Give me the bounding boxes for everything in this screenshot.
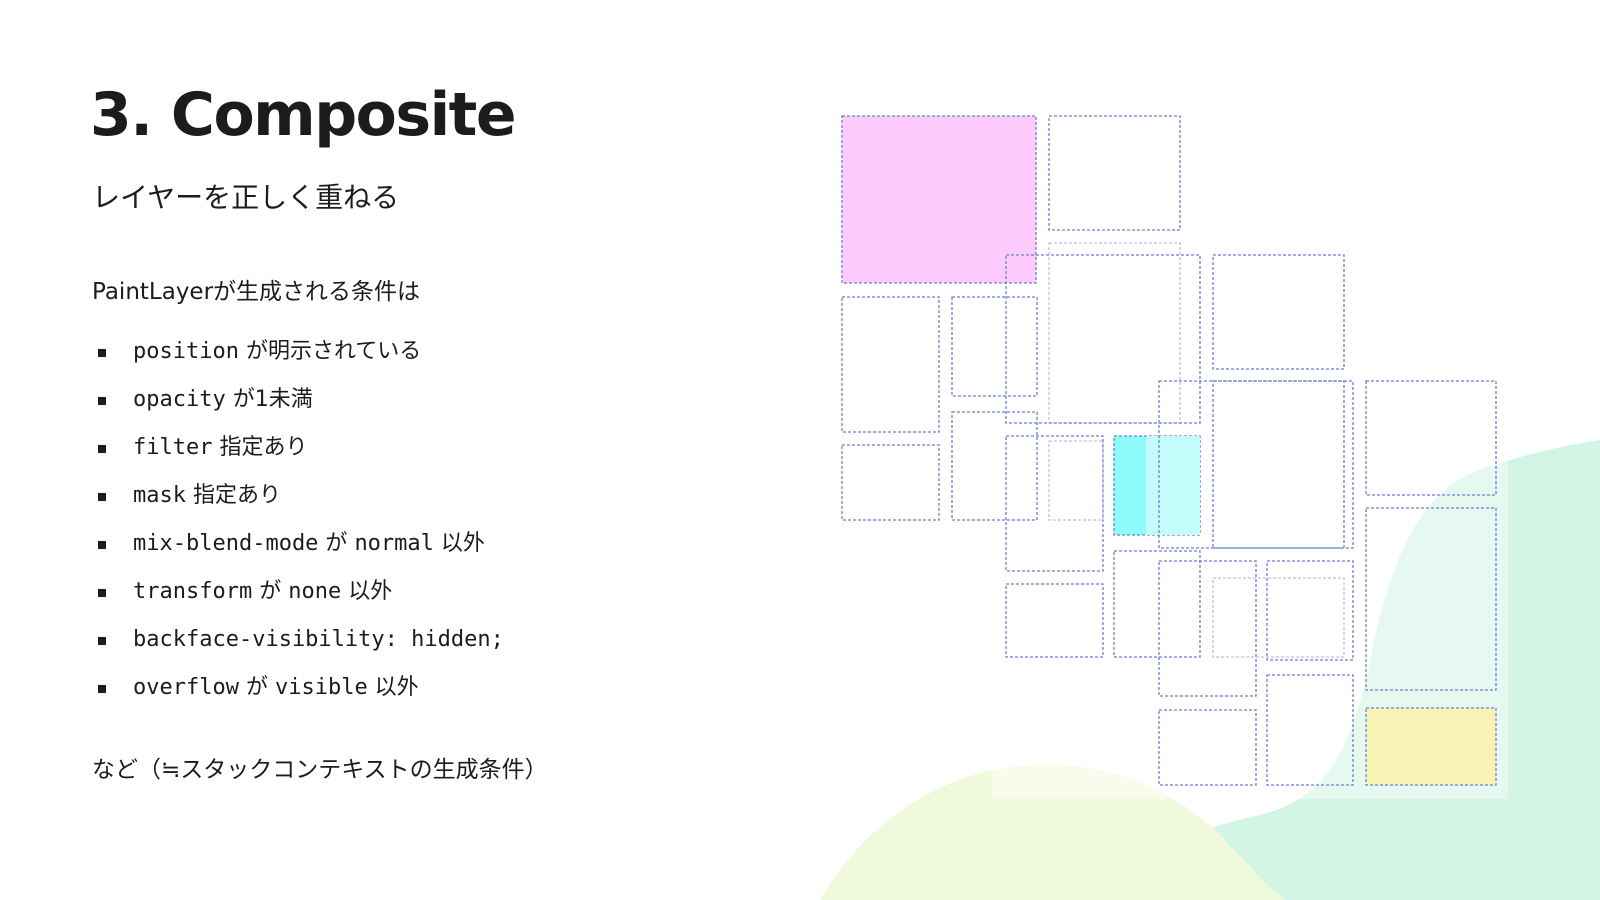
layer-composite-diagram: [841, 115, 1508, 799]
magenta-layer: [841, 115, 1037, 284]
layer-box: [841, 296, 940, 433]
slide: 3. Composite レイヤーを正しく重ねる PaintLayerが生成され…: [0, 0, 1600, 900]
yellow-layer: [1365, 707, 1497, 786]
layer-box: [841, 444, 940, 521]
cyan-light-layer: [1146, 436, 1200, 535]
layer-box: [1048, 115, 1181, 231]
